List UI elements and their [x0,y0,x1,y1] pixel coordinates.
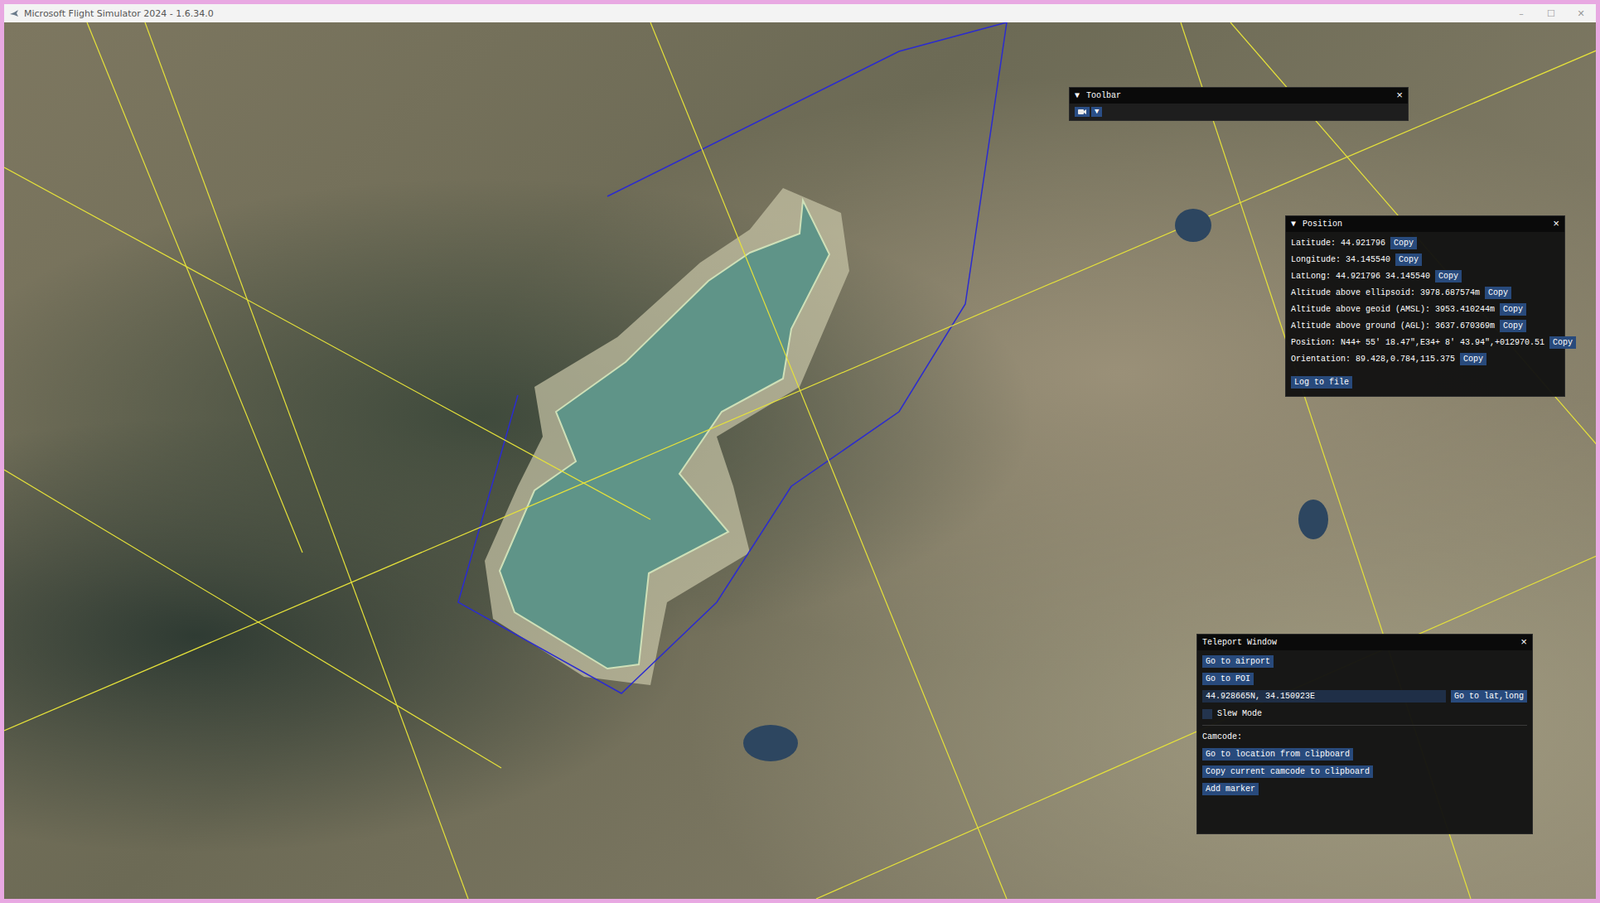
position-row: Position: N44+ 55' 18.47",E34+ 8' 43.94"… [1290,335,1560,350]
collapse-button[interactable]: ▼ [1290,219,1296,229]
boundary-line [458,22,1007,694]
position-row: Altitude above ground (AGL): 3637.670369… [1290,319,1560,334]
panel-header[interactable]: ▼ Toolbar × [1069,87,1408,104]
camcode-button[interactable]: Add marker [1202,783,1259,796]
position-value: Altitude above geoid (AMSL): 3953.410244… [1290,304,1495,315]
panel-title: Toolbar [1086,91,1390,101]
teleport-window[interactable]: Teleport Window × Go to airport Go to POI 44… [1197,634,1533,834]
collapse-button[interactable]: ▼ [1074,91,1080,101]
lake-shore [484,188,850,686]
grid-line [650,22,1007,900]
copy-button[interactable]: Copy [1499,303,1527,316]
position-row: LatLong: 44.921796 34.145540 Copy [1290,269,1560,284]
copy-button[interactable]: Copy [1459,352,1487,366]
map-view[interactable]: ▼ Toolbar × ▼ ▼ Position × Latitude: 44.921796 C… [4,22,1596,900]
position-value: Altitude above ground (AGL): 3637.670369… [1290,321,1495,331]
camcode-button[interactable]: Copy current camcode to clipboard [1202,765,1373,779]
position-row: Altitude above geoid (AMSL): 3953.410244… [1290,302,1560,317]
grid-line [4,47,1596,731]
camera-icon [1077,108,1087,116]
close-button[interactable]: × [1520,638,1528,648]
slew-label: Slew Mode [1217,709,1262,719]
panel-header[interactable]: Teleport Window × [1197,634,1533,651]
copy-button[interactable]: Copy [1435,270,1462,283]
toolbar-window[interactable]: ▼ Toolbar × ▼ [1069,87,1408,121]
lake-shape [499,200,830,669]
position-row: Latitude: 44.921796 Copy [1290,236,1560,251]
grid-line [87,22,303,553]
panel-title: Teleport Window [1202,638,1514,648]
window-title: Microsoft Flight Simulator 2024 - 1.6.34… [24,8,214,20]
grid-line [816,552,1596,900]
panel-header[interactable]: ▼ Position × [1285,216,1565,233]
separator [1202,725,1528,726]
pond-shape [743,725,798,762]
camera-button[interactable] [1074,106,1090,117]
position-row: Altitude above ellipsoid: 3978.687574m Co… [1290,285,1560,300]
copy-button[interactable]: Copy [1549,336,1576,349]
coords-input[interactable]: 44.928665N, 34.150923E [1202,690,1446,703]
grid-line [145,22,469,900]
copy-button[interactable]: Copy [1395,253,1422,266]
log-button[interactable]: Log to file [1290,376,1353,389]
window-control-button[interactable]: ✕ [1566,8,1596,20]
copy-button[interactable]: Copy [1499,319,1527,333]
position-value: Longitude: 34.145540 [1290,255,1391,265]
plane-icon [9,8,20,19]
position-value: Altitude above ellipsoid: 3978.687574m [1290,288,1480,298]
teleport-button[interactable]: Go to airport [1202,655,1274,668]
position-value: LatLong: 44.921796 34.145540 [1290,271,1431,281]
position-row: Orientation: 89.428,0.784,115.375 Copy [1290,352,1560,367]
close-button[interactable]: × [1552,220,1560,229]
position-row: Longitude: 34.145540 Copy [1290,252,1560,267]
grid-line [4,469,502,769]
camcode-button[interactable]: Go to location from clipboard [1202,748,1354,761]
window-control-button[interactable]: – [1506,8,1537,20]
camcode-label: Camcode: [1202,732,1243,742]
panel-title: Position [1302,219,1547,229]
grid-line [1230,22,1596,454]
grid-line [4,167,651,520]
pond-shape [1298,499,1329,540]
window-control-button[interactable]: ☐ [1536,8,1567,20]
go-button[interactable]: Go to lat,long [1450,690,1528,703]
copy-button[interactable]: Copy [1390,236,1417,250]
title-bar: Microsoft Flight Simulator 2024 - 1.6.34… [4,4,1596,23]
dropdown-button[interactable]: ▼ [1091,106,1103,117]
position-value: Latitude: 44.921796 [1290,238,1386,248]
app-window: Microsoft Flight Simulator 2024 - 1.6.34… [0,0,1600,903]
position-value: Position: N44+ 55' 18.47",E34+ 8' 43.94"… [1290,338,1545,348]
copy-button[interactable]: Copy [1484,286,1512,300]
position-window[interactable]: ▼Position×Latitude: 44.921796CopyLongitu… [1285,216,1565,397]
close-button[interactable]: × [1396,91,1403,101]
slew-checkbox[interactable] [1202,709,1213,720]
position-value: Orientation: 89.428,0.784,115.375 [1290,354,1455,364]
teleport-button[interactable]: Go to POI [1202,672,1254,686]
pond-shape [1174,208,1212,242]
